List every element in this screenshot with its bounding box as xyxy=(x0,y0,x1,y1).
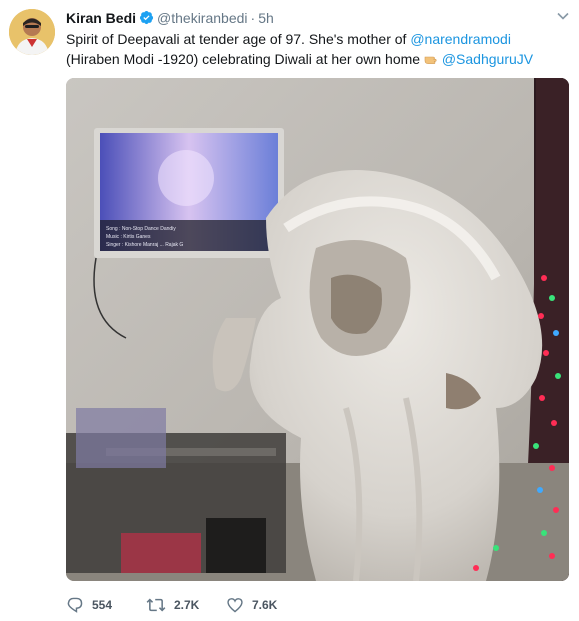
tv-song-value: Non-Stop Dance Dandiy xyxy=(122,226,176,232)
tweet: Kiran Bedi @thekiranbedi · 5h Spirit of Dee… xyxy=(0,0,579,621)
avatar[interactable] xyxy=(9,9,55,55)
mention-link-sadhguru[interactable]: @SadhguruJV xyxy=(442,51,533,67)
tweet-header: Kiran Bedi @thekiranbedi · 5h xyxy=(66,9,549,27)
tweet-text: Spirit of Deepavali at tender age of 97.… xyxy=(66,29,566,69)
heart-icon xyxy=(227,598,243,613)
retweet-icon xyxy=(146,598,166,612)
separator-dot: · xyxy=(250,10,256,26)
retweet-count: 2.7K xyxy=(174,598,200,612)
author-name[interactable]: Kiran Bedi xyxy=(66,10,136,26)
author-handle[interactable]: @thekiranbedi xyxy=(157,10,248,26)
mention-link-narendramodi[interactable]: @narendramodi xyxy=(410,31,511,47)
reply-button[interactable]: 554 xyxy=(66,595,112,615)
verified-badge-icon xyxy=(139,10,154,25)
tv-music-label: Music : xyxy=(106,234,122,240)
retweet-button[interactable]: 2.7K xyxy=(146,595,199,615)
svg-text:Singer : Kishore Manraj ... Ra: Singer : Kishore Manraj ... Rajak G xyxy=(106,242,183,248)
tv-music-value: Kirtis Ganes xyxy=(123,234,151,240)
tweet-video[interactable]: Song : Non-Stop Dance Dandiy Music : Kir… xyxy=(66,78,569,581)
tv-song-label: Song : xyxy=(106,226,120,232)
tv-singer-label: Singer : xyxy=(106,242,123,248)
like-count: 7.6K xyxy=(252,598,278,612)
like-button[interactable]: 7.6K xyxy=(226,595,277,615)
tweet-text-part2: (Hiraben Modi -1920) celebrating Diwali … xyxy=(66,51,421,67)
reply-count: 554 xyxy=(92,598,113,612)
tweet-text-part1: Spirit of Deepavali at tender age of 97.… xyxy=(66,31,411,47)
timestamp[interactable]: 5h xyxy=(258,10,274,26)
tv-singer-value: Kishore Manraj ... Rajak G xyxy=(125,242,184,248)
svg-text:Song : Non-Stop Dance Dandiy: Song : Non-Stop Dance Dandiy xyxy=(106,226,176,232)
pointing-hand-icon xyxy=(424,56,437,64)
svg-text:Music : Kirtis Ganes: Music : Kirtis Ganes xyxy=(106,234,151,240)
chevron-down-icon[interactable] xyxy=(557,12,569,20)
reply-icon xyxy=(67,597,83,613)
